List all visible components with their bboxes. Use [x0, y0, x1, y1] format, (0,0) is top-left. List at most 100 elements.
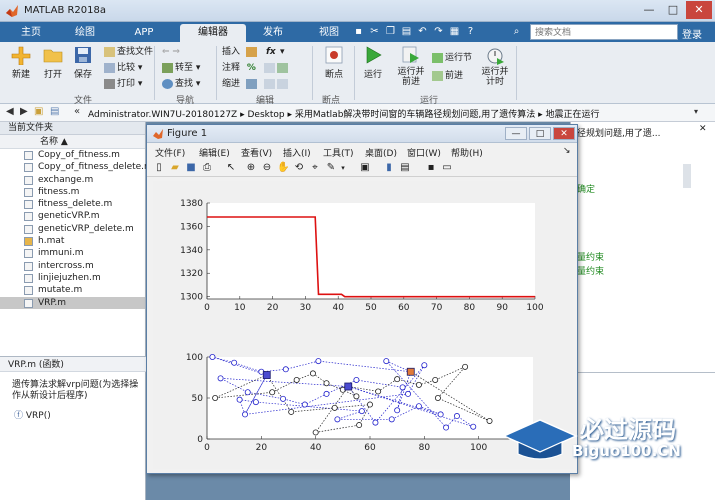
editor-close-icon[interactable]: ✕: [699, 124, 707, 134]
menu-edit[interactable]: 编辑(E): [199, 146, 230, 159]
run-and-time-button[interactable]: 运行并计时: [478, 45, 512, 87]
breadcrumb-item[interactable]: Administrator.WIN7U-20180127Z: [88, 110, 237, 120]
fx-button[interactable]: fx: [266, 46, 276, 58]
find-files-button[interactable]: 查找文件: [104, 46, 153, 58]
legend-icon[interactable]: ▤: [399, 162, 411, 174]
breadcrumb[interactable]: Administrator.WIN7U-20180127Z ▸ Desktop …: [88, 107, 600, 120]
file-list-item[interactable]: exchange.m: [0, 174, 145, 186]
hide-tools-icon[interactable]: ▪: [425, 162, 437, 174]
indent-icons[interactable]: [264, 78, 290, 90]
brush-icon[interactable]: ✎: [325, 162, 337, 174]
search-docs-input[interactable]: [530, 24, 678, 40]
colorbar-icon[interactable]: ▮: [383, 162, 395, 174]
file-list-item[interactable]: immuni.m: [0, 247, 145, 259]
name-column-header[interactable]: 名称 ▲: [0, 135, 145, 149]
figure-close-button[interactable]: ✕: [553, 127, 575, 140]
find-button[interactable]: 查找 ▾: [162, 78, 200, 90]
file-list-item[interactable]: VRP.m: [0, 296, 145, 309]
nav-back-button[interactable]: ⇐ ⇒: [162, 46, 180, 58]
pan-hand-icon[interactable]: ✋: [277, 162, 289, 174]
figure-maximize-button[interactable]: □: [529, 127, 551, 140]
copy-quick-icon[interactable]: ❐: [384, 25, 397, 38]
menu-dock-icon[interactable]: ↘: [563, 146, 571, 156]
fx-dropdown-icon[interactable]: ▾: [280, 46, 285, 58]
paste-quick-icon[interactable]: ▤: [400, 25, 413, 38]
browse-folder-icon[interactable]: ▤: [50, 106, 59, 117]
up-folder-icon[interactable]: ▣: [34, 106, 43, 117]
help-quick-icon[interactable]: ?: [464, 25, 477, 38]
file-list-item[interactable]: fitness_delete.m: [0, 198, 145, 210]
forward-arrow-icon[interactable]: ▶: [20, 106, 28, 117]
tab-home[interactable]: 主页: [8, 24, 54, 42]
back-arrow-icon[interactable]: ◀: [6, 106, 14, 117]
redo-quick-icon[interactable]: ↷: [432, 25, 445, 38]
print-figure-icon[interactable]: ⎙: [201, 162, 213, 174]
breadcrumb-item[interactable]: 采用Matlab解决带时间窗的车辆路径规划问题,用了遗传算法: [295, 110, 535, 120]
undo-quick-icon[interactable]: ↶: [416, 25, 429, 38]
editor-scrollbar[interactable]: [683, 164, 691, 188]
zoom-out-icon[interactable]: ⊖: [261, 162, 273, 174]
file-list-item[interactable]: intercross.m: [0, 260, 145, 272]
file-list-item[interactable]: geneticVRP_delete.m: [0, 223, 145, 235]
advance-button[interactable]: 前进: [432, 70, 463, 82]
save-figure-icon[interactable]: ■: [185, 162, 197, 174]
close-button[interactable]: ✕: [686, 1, 712, 19]
save-quick-icon[interactable]: ▪: [352, 25, 365, 38]
file-list-item[interactable]: Copy_of_fitness_delete.m: [0, 161, 153, 173]
tab-apps[interactable]: APP: [120, 24, 168, 42]
data-cursor-icon[interactable]: ⌖: [309, 162, 321, 174]
login-button[interactable]: 登录: [682, 26, 702, 41]
show-tools-icon[interactable]: ▭: [441, 162, 453, 174]
save-button[interactable]: 保存: [68, 45, 98, 80]
link-plot-icon[interactable]: ▣: [359, 162, 371, 174]
tab-plots[interactable]: 绘图: [62, 24, 108, 42]
tab-publish[interactable]: 发布: [250, 24, 296, 42]
compare-button[interactable]: 比较 ▾: [104, 62, 142, 74]
open-file-icon[interactable]: ▰: [169, 162, 181, 174]
customer-point: [334, 416, 341, 423]
menu-insert[interactable]: 插入(I): [283, 146, 311, 159]
comment-button[interactable]: 注释 %: [222, 62, 256, 74]
insert-button[interactable]: 插入: [222, 46, 259, 58]
pointer-icon[interactable]: ↖: [225, 162, 237, 174]
menu-file[interactable]: 文件(F): [155, 146, 185, 159]
file-list-item[interactable]: linjiejuzhen.m: [0, 272, 145, 284]
file-list-item[interactable]: fitness.m: [0, 186, 145, 198]
breadcrumb-item[interactable]: 地震正在运行: [546, 110, 600, 120]
customer-point: [231, 359, 238, 366]
menu-tools[interactable]: 工具(T): [323, 146, 354, 159]
tab-editor[interactable]: 编辑器: [180, 24, 246, 42]
breadcrumb-item[interactable]: Desktop: [247, 110, 284, 120]
rotate-icon[interactable]: ⟲: [293, 162, 305, 174]
zoom-in-icon[interactable]: ⊕: [245, 162, 257, 174]
maximize-button[interactable]: □: [662, 1, 684, 19]
indent-button[interactable]: 缩进: [222, 78, 259, 90]
file-list-item[interactable]: Copy_of_fitness.m: [0, 149, 145, 161]
file-list-item[interactable]: geneticVRP.m: [0, 210, 145, 222]
file-list-item[interactable]: h.mat: [0, 235, 145, 247]
comment-icons[interactable]: [264, 62, 290, 74]
cut-quick-icon[interactable]: ✂: [368, 25, 381, 38]
breadcrumb-sep: ▸: [287, 110, 295, 120]
breakpoints-button[interactable]: 断点: [318, 45, 350, 80]
run-section-button[interactable]: 运行节: [432, 52, 472, 64]
brush-dropdown-icon[interactable]: ▾: [337, 162, 349, 174]
minimize-button[interactable]: —: [638, 1, 660, 19]
menu-desktop[interactable]: 桌面(D): [365, 146, 397, 159]
menu-view[interactable]: 查看(V): [241, 146, 272, 159]
figure-minimize-button[interactable]: —: [505, 127, 527, 140]
search-icon[interactable]: ⌕: [510, 25, 523, 38]
goto-button[interactable]: 转至 ▾: [162, 62, 200, 74]
menu-window[interactable]: 窗口(W): [407, 146, 441, 159]
tab-view[interactable]: 视图: [306, 24, 352, 42]
run-advance-button[interactable]: 运行并前进: [394, 45, 428, 87]
new-button[interactable]: 新建: [6, 45, 36, 80]
path-dropdown-icon[interactable]: ▾: [694, 107, 698, 116]
run-button[interactable]: 运行: [358, 45, 388, 80]
file-list-item[interactable]: mutate.m: [0, 284, 145, 296]
open-button[interactable]: 打开: [38, 45, 68, 80]
print-button[interactable]: 打印 ▾: [104, 78, 142, 90]
switch-windows-icon[interactable]: ▦: [448, 25, 461, 38]
new-figure-icon[interactable]: ▯: [153, 162, 165, 174]
menu-help[interactable]: 帮助(H): [451, 146, 483, 159]
